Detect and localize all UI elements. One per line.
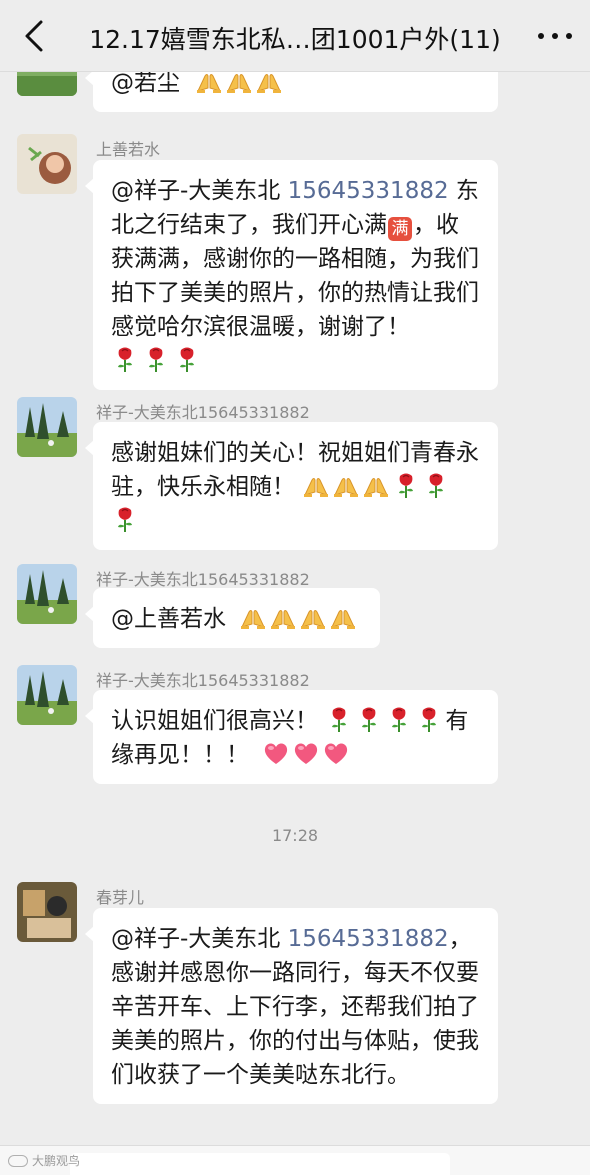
sender-name: 上善若水 [96, 140, 161, 159]
folded-hands-emoji-icon [195, 72, 223, 95]
message-bubble[interactable]: @祥子-大美东北 15645331882 东北之行结束了，我们开心满满，收获满满… [85, 160, 498, 390]
chat-title: 12.17嬉雪东北私…团1001户外(11) [89, 25, 501, 54]
avatar[interactable] [17, 72, 77, 96]
rose-emoji-icon [355, 705, 383, 733]
message-text: @上善若水 [111, 606, 226, 632]
pink-heart-emoji-icon [262, 739, 290, 767]
phone-link[interactable]: 15645331882 [288, 178, 449, 204]
message-input[interactable] [70, 1153, 450, 1175]
back-button[interactable] [14, 16, 54, 56]
folded-hands-emoji-icon [225, 72, 253, 95]
chat-area[interactable]: @若尘 上善若水 @祥子-大美东北 15645331882 东北之行结束了，我们… [0, 72, 590, 1145]
avatar[interactable] [17, 134, 77, 194]
avatar[interactable] [17, 397, 77, 457]
input-bar [0, 1145, 590, 1175]
folded-hands-emoji-icon [269, 603, 297, 631]
phone-link[interactable]: 15645331882 [288, 926, 449, 952]
chevron-left-icon [25, 20, 43, 52]
message-bubble[interactable]: @若尘 [85, 72, 498, 112]
title-bar: 12.17嬉雪东北私…团1001户外(11) [0, 0, 590, 72]
rose-emoji-icon [142, 345, 170, 373]
watermark-logo-icon [8, 1154, 28, 1167]
rose-emoji-icon [325, 705, 353, 733]
rose-emoji-icon [111, 345, 139, 373]
rose-emoji-icon [392, 471, 420, 499]
pink-heart-emoji-icon [322, 739, 350, 767]
ellipsis-icon [538, 33, 544, 39]
message-bubble[interactable]: @上善若水 [85, 588, 380, 648]
sender-name: 春芽儿 [96, 888, 145, 907]
folded-hands-emoji-icon [239, 603, 267, 631]
message-bubble[interactable]: @祥子-大美东北 15645331882，感谢并感恩你一路同行，每天不仅要辛苦开… [85, 908, 498, 1104]
folded-hands-emoji-icon [299, 603, 327, 631]
rose-emoji-icon [422, 471, 450, 499]
rose-emoji-icon [385, 705, 413, 733]
man-emoji: 满 [388, 217, 412, 241]
sender-name: 祥子-大美东北15645331882 [96, 403, 310, 422]
folded-hands-emoji-icon [302, 471, 330, 499]
sender-name: 祥子-大美东北15645331882 [96, 671, 310, 690]
avatar[interactable] [17, 882, 77, 942]
folded-hands-emoji-icon [362, 471, 390, 499]
sender-name: 祥子-大美东北15645331882 [96, 570, 310, 589]
message-bubble[interactable]: 感谢姐妹们的关心！祝姐姐们青春永驻，快乐永相随！ [85, 422, 498, 550]
message-bubble[interactable]: 认识姐姐们很高兴！ 有缘再见！！！ [85, 690, 498, 784]
watermark-text: 大鹏观鸟 [32, 1154, 81, 1168]
folded-hands-emoji-icon [329, 603, 357, 631]
pink-heart-emoji-icon [292, 739, 320, 767]
more-button[interactable] [538, 24, 572, 48]
mention[interactable]: @祥子-大美东北 [111, 178, 280, 204]
avatar[interactable] [17, 564, 77, 624]
message-text: 认识姐姐们很高兴！ [111, 708, 318, 734]
message-text: @若尘 [111, 72, 180, 96]
watermark: 大鹏观鸟 [8, 1152, 80, 1169]
rose-emoji-icon [111, 505, 139, 533]
rose-emoji-icon [173, 345, 201, 373]
folded-hands-emoji-icon [255, 72, 283, 95]
folded-hands-emoji-icon [332, 471, 360, 499]
mention[interactable]: @祥子-大美东北 [111, 926, 280, 952]
rose-emoji-icon [415, 705, 443, 733]
timestamp: 17:28 [271, 826, 319, 845]
avatar[interactable] [17, 665, 77, 725]
